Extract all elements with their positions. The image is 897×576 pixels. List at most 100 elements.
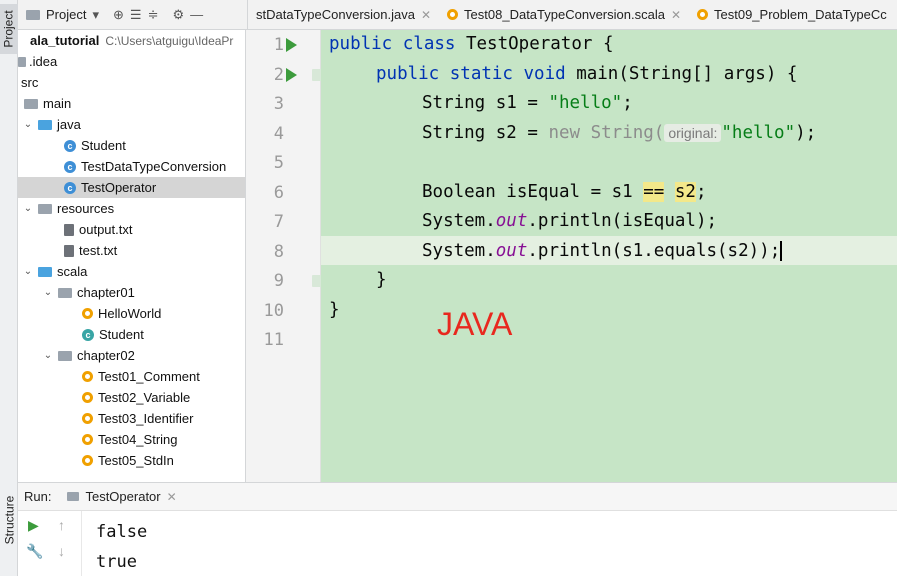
tree-item-test02[interactable]: Test02_Variable	[18, 387, 245, 408]
java-class-icon: c	[64, 139, 76, 152]
code-line-3: String s1 = "hello";	[422, 93, 633, 113]
console-line: true	[96, 552, 137, 572]
editor-tabs: stDataTypeConversion.java ✕ Test08_DataT…	[248, 0, 895, 30]
java-class-icon: c	[64, 181, 76, 194]
tab-label: stDataTypeConversion.java	[256, 7, 415, 22]
tree-item-chapter02[interactable]: ⌄ chapter02	[18, 345, 245, 366]
line-number: 7	[273, 212, 284, 232]
code-text: );	[795, 123, 817, 143]
text-file-icon	[64, 223, 74, 236]
tree-item-test04[interactable]: Test04_String	[18, 429, 245, 450]
code-line-8: System.out.println(s1.equals(s2));	[422, 241, 783, 261]
text-caret	[780, 241, 783, 261]
locate-icon[interactable]: ⊕	[113, 7, 124, 23]
tab-test09-scala[interactable]: Test09_Problem_DataTypeCc	[689, 0, 895, 30]
parameter-hint: original:	[664, 124, 722, 142]
tree-item-output-txt[interactable]: output.txt	[18, 219, 245, 240]
tree-item-test01[interactable]: Test01_Comment	[18, 366, 245, 387]
tree-item-label: TestDataTypeConversion	[81, 159, 227, 174]
keyword: public class	[329, 34, 456, 54]
code-line-4: String s2 = new String(original: "hello")…	[422, 123, 816, 143]
code-editor[interactable]: public class TestOperator { public stati…	[321, 30, 897, 482]
scala-object-icon	[697, 9, 708, 20]
tab-label: Test08_DataTypeConversion.scala	[464, 7, 665, 22]
chevron-down-icon[interactable]: ⌄	[42, 287, 54, 298]
line-number: 2	[273, 65, 284, 85]
hide-icon[interactable]: —	[190, 7, 203, 22]
tree-item-label: chapter01	[77, 285, 135, 300]
arrow-down-icon[interactable]: ↓	[58, 543, 65, 559]
line-number: 8	[273, 242, 284, 262]
keyword: public static void	[376, 64, 566, 84]
tree-item-label: HelloWorld	[98, 306, 162, 321]
wrench-icon[interactable]: 🔧	[26, 543, 43, 560]
run-tab-label: TestOperator	[85, 489, 161, 504]
code-line-6: Boolean isEqual = s1 == s2;	[422, 182, 707, 202]
chevron-down-icon[interactable]: ▾	[92, 7, 99, 23]
line-number: 9	[273, 271, 284, 291]
console-output[interactable]: false true	[96, 517, 147, 576]
tree-item-chapter01[interactable]: ⌄ chapter01	[18, 282, 245, 303]
code-text: ;	[622, 93, 633, 113]
tree-item-label: test.txt	[79, 243, 118, 258]
line-number: 11	[263, 330, 284, 350]
tree-root[interactable]: ala_tutorial C:\Users\atguigu\IdeaPr	[18, 30, 245, 51]
chevron-down-icon[interactable]: ⌄	[22, 203, 34, 214]
run-main-icon[interactable]	[286, 68, 297, 82]
line-number: 1	[273, 35, 284, 55]
tree-item-test05[interactable]: Test05_StdIn	[18, 450, 245, 471]
static-field: out	[495, 241, 528, 261]
scala-object-icon	[82, 455, 93, 466]
close-icon[interactable]: ✕	[671, 8, 681, 22]
tree-item-student-scala[interactable]: c Student	[18, 324, 245, 345]
tree-item-testdatatypeconversion[interactable]: c TestDataTypeConversion	[18, 156, 245, 177]
structure-tool-tab[interactable]: Structure	[0, 490, 18, 550]
tree-item-src[interactable]: src	[18, 72, 245, 93]
run-tab-testoperator[interactable]: TestOperator ✕	[61, 489, 182, 504]
code-line-7: System.out.println(isEqual);	[422, 211, 717, 231]
collapse-all-icon[interactable]: ☰	[130, 7, 142, 23]
package-icon	[58, 287, 72, 298]
tree-item-label: chapter02	[77, 348, 135, 363]
string-literal: "hello"	[548, 93, 623, 113]
code-text: TestOperator {	[455, 34, 614, 54]
operator: ==	[643, 182, 665, 202]
project-folder-icon	[26, 9, 40, 20]
gear-icon[interactable]: ⚙	[172, 7, 184, 23]
project-panel-title[interactable]: Project	[46, 7, 86, 22]
project-tool-tab[interactable]: Project	[0, 4, 18, 54]
folder-icon	[38, 266, 52, 277]
tab-test08-scala[interactable]: Test08_DataTypeConversion.scala ✕	[439, 0, 689, 30]
line-number: 5	[273, 153, 284, 173]
tab-datatypeconversion-java[interactable]: stDataTypeConversion.java ✕	[248, 0, 439, 30]
tree-item-main[interactable]: main	[18, 93, 245, 114]
tree-item-idea[interactable]: .idea	[18, 51, 245, 72]
rerun-icon[interactable]: ▶	[28, 517, 39, 534]
run-class-icon[interactable]	[286, 38, 297, 52]
package-icon	[58, 350, 72, 361]
tree-item-label: src	[21, 75, 39, 90]
line-number: 4	[273, 124, 284, 144]
tree-item-helloworld[interactable]: HelloWorld	[18, 303, 245, 324]
tree-item-test03[interactable]: Test03_Identifier	[18, 408, 245, 429]
tree-item-java[interactable]: ⌄ java	[18, 114, 245, 135]
close-icon[interactable]: ✕	[421, 8, 431, 22]
top-bar: Project ▾ ⊕ ☰ ≑ ⚙ — stDataTypeConversion…	[18, 0, 897, 30]
tree-item-student[interactable]: c Student	[18, 135, 245, 156]
chevron-down-icon[interactable]: ⌄	[22, 266, 34, 277]
expand-all-icon[interactable]: ≑	[148, 7, 159, 23]
scala-object-icon	[82, 371, 93, 382]
tree-item-resources[interactable]: ⌄ resources	[18, 198, 245, 219]
chevron-down-icon[interactable]: ⌄	[42, 350, 54, 361]
chevron-down-icon[interactable]: ⌄	[22, 119, 34, 130]
tree-item-scala[interactable]: ⌄ scala	[18, 261, 245, 282]
tree-item-label: TestOperator	[81, 180, 157, 195]
code-text: main(String[] args) {	[565, 64, 798, 84]
ide-window: Project Structure Project ▾ ⊕ ☰ ≑ ⚙ — st…	[0, 0, 897, 576]
tree-item-testoperator[interactable]: c TestOperator	[18, 177, 245, 198]
arrow-up-icon[interactable]: ↑	[58, 517, 65, 533]
tree-item-test-txt[interactable]: test.txt	[18, 240, 245, 261]
close-icon[interactable]: ✕	[167, 490, 177, 504]
java-class-icon: c	[64, 160, 76, 173]
code-line-1: public class TestOperator {	[329, 34, 613, 54]
